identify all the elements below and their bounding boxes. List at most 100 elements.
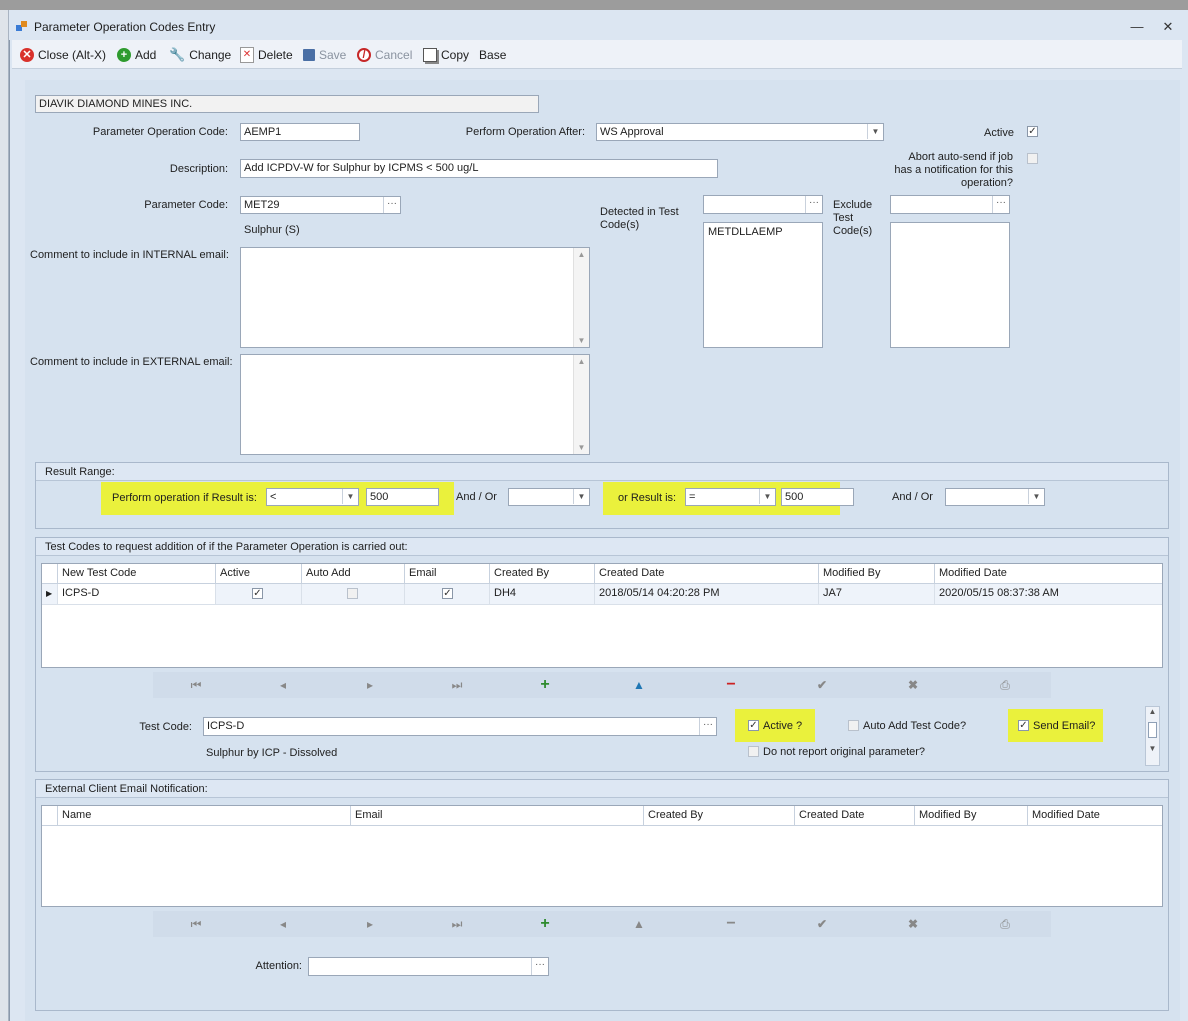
column-header[interactable]: Created By <box>490 564 595 584</box>
exclude-list[interactable] <box>890 222 1010 348</box>
check-icon[interactable]: ✔ <box>811 916 833 932</box>
column-header[interactable]: Active <box>216 564 302 584</box>
print-icon[interactable]: ⎙ <box>994 677 1016 693</box>
internal-email-textarea[interactable]: ▲ ▼ <box>240 247 590 348</box>
prev-icon[interactable]: ◂ <box>272 916 294 932</box>
detected-input[interactable]: ··· <box>703 195 823 214</box>
no-report-checkbox[interactable] <box>748 746 759 757</box>
cell-created-date[interactable]: 2018/05/14 04:20:28 PM <box>595 584 819 604</box>
column-header[interactable]: New Test Code <box>58 564 216 584</box>
copy-base-button[interactable]: Copy Base <box>423 46 506 64</box>
close-window-button[interactable]: ✕ <box>1157 16 1179 38</box>
column-header[interactable]: Email <box>351 806 644 826</box>
active-row-checkbox[interactable]: ✓ <box>252 588 263 599</box>
operator1-select[interactable]: < ▼ <box>266 488 359 506</box>
abort-label-line3: operation? <box>961 177 1013 189</box>
perform-after-select[interactable]: WS Approval ▼ <box>596 123 884 141</box>
value2-input[interactable]: 500 <box>781 488 854 506</box>
cell-modified-by[interactable]: JA7 <box>819 584 935 604</box>
andor2-select[interactable]: ▼ <box>945 488 1045 506</box>
cell-active[interactable]: ✓ <box>216 584 302 604</box>
editor-scrollbar[interactable]: ▲ ▼ <box>1145 706 1160 766</box>
value1-input[interactable]: 500 <box>366 488 439 506</box>
scroll-down-icon[interactable]: ▼ <box>574 336 589 345</box>
next-icon[interactable]: ▸ <box>359 916 381 932</box>
exclude-input[interactable]: ··· <box>890 195 1010 214</box>
and-or-label-2: And / Or <box>892 491 933 503</box>
cancel-icon[interactable]: ✖ <box>902 677 924 693</box>
last-icon[interactable]: ⏭ <box>446 916 468 932</box>
abort-autosend-checkbox[interactable] <box>1027 153 1038 164</box>
ellipsis-button[interactable]: ··· <box>383 197 400 213</box>
save-button[interactable]: Save <box>303 46 346 64</box>
scroll-down-icon[interactable]: ▼ <box>574 443 589 452</box>
remove-icon[interactable]: − <box>720 916 742 932</box>
print-icon[interactable]: ⎙ <box>994 916 1016 932</box>
param-op-code-input[interactable]: AEMP1 <box>240 123 360 141</box>
column-header[interactable]: Modified By <box>819 564 935 584</box>
scroll-down-icon[interactable]: ▼ <box>1146 744 1159 753</box>
active-q-checkbox[interactable]: ✓ <box>748 720 759 731</box>
email-row-checkbox[interactable]: ✓ <box>442 588 453 599</box>
column-header[interactable]: Modified Date <box>1028 806 1162 826</box>
cancel-icon[interactable]: ✖ <box>902 916 924 932</box>
remove-icon[interactable]: − <box>720 677 742 693</box>
column-header[interactable]: Modified Date <box>935 564 1162 584</box>
external-email-textarea[interactable]: ▲ ▼ <box>240 354 590 455</box>
list-item[interactable]: METDLLAEMP <box>708 226 818 238</box>
cell-auto-add[interactable] <box>302 584 405 604</box>
last-icon[interactable]: ⏭ <box>446 677 468 693</box>
column-header[interactable]: Created Date <box>795 806 915 826</box>
close-button[interactable]: ✕ Close (Alt-X) <box>20 46 106 64</box>
test-codes-grid[interactable]: New Test Code Active Auto Add Email Crea… <box>41 563 1163 668</box>
auto-add-checkbox[interactable] <box>848 720 859 731</box>
scrollbar[interactable]: ▲ ▼ <box>573 248 589 347</box>
change-button[interactable]: 🔧 Change <box>169 46 231 64</box>
table-row[interactable]: ▶ ICPS-D ✓ ✓ DH4 2018/05/14 04:20:28 PM … <box>42 584 1162 605</box>
test-code-description: Sulphur by ICP - Dissolved <box>206 747 338 759</box>
add-icon[interactable]: + <box>534 677 556 693</box>
first-icon[interactable]: ⏮ <box>185 916 207 932</box>
up-icon[interactable]: ▲ <box>628 916 650 932</box>
andor1-select[interactable]: ▼ <box>508 488 590 506</box>
attention-input[interactable]: ··· <box>308 957 549 976</box>
ellipsis-button[interactable]: ··· <box>699 718 716 735</box>
column-header[interactable]: Name <box>58 806 351 826</box>
external-email-grid[interactable]: Name Email Created By Created Date Modif… <box>41 805 1163 907</box>
cell-new-test-code[interactable]: ICPS-D <box>58 584 216 604</box>
scroll-up-icon[interactable]: ▲ <box>574 250 589 259</box>
column-header[interactable]: Modified By <box>915 806 1028 826</box>
auto-add-row-checkbox[interactable] <box>347 588 358 599</box>
column-header[interactable]: Created Date <box>595 564 819 584</box>
add-button[interactable]: + Add <box>117 46 156 64</box>
column-header[interactable]: Auto Add <box>302 564 405 584</box>
column-header[interactable]: Email <box>405 564 490 584</box>
up-icon[interactable]: ▲ <box>628 677 650 693</box>
column-header[interactable]: Created By <box>644 806 795 826</box>
active-checkbox[interactable]: ✓ <box>1027 126 1038 137</box>
ellipsis-button[interactable]: ··· <box>992 196 1009 213</box>
add-icon[interactable]: + <box>534 916 556 932</box>
first-icon[interactable]: ⏮ <box>185 677 207 693</box>
operator2-select[interactable]: = ▼ <box>685 488 776 506</box>
test-code-input[interactable]: ICPS-D ··· <box>203 717 717 736</box>
description-input[interactable]: Add ICPDV-W for Sulphur by ICPMS < 500 u… <box>240 159 718 178</box>
scroll-thumb[interactable] <box>1148 722 1157 738</box>
scroll-up-icon[interactable]: ▲ <box>1146 707 1159 716</box>
cell-email[interactable]: ✓ <box>405 584 490 604</box>
param-code-input[interactable]: MET29 ··· <box>240 196 401 214</box>
minimize-button[interactable]: — <box>1126 16 1148 38</box>
delete-button[interactable]: ✕ Delete <box>240 46 293 64</box>
cell-created-by[interactable]: DH4 <box>490 584 595 604</box>
scroll-up-icon[interactable]: ▲ <box>574 357 589 366</box>
cell-modified-date[interactable]: 2020/05/15 08:37:38 AM <box>935 584 1162 604</box>
send-email-checkbox[interactable]: ✓ <box>1018 720 1029 731</box>
next-icon[interactable]: ▸ <box>359 677 381 693</box>
detected-list[interactable]: METDLLAEMP <box>703 222 823 348</box>
check-icon[interactable]: ✔ <box>811 677 833 693</box>
ellipsis-button[interactable]: ··· <box>805 196 822 213</box>
ellipsis-button[interactable]: ··· <box>531 958 548 975</box>
cancel-button[interactable]: / Cancel <box>357 46 412 64</box>
scrollbar[interactable]: ▲ ▼ <box>573 355 589 454</box>
prev-icon[interactable]: ◂ <box>272 677 294 693</box>
